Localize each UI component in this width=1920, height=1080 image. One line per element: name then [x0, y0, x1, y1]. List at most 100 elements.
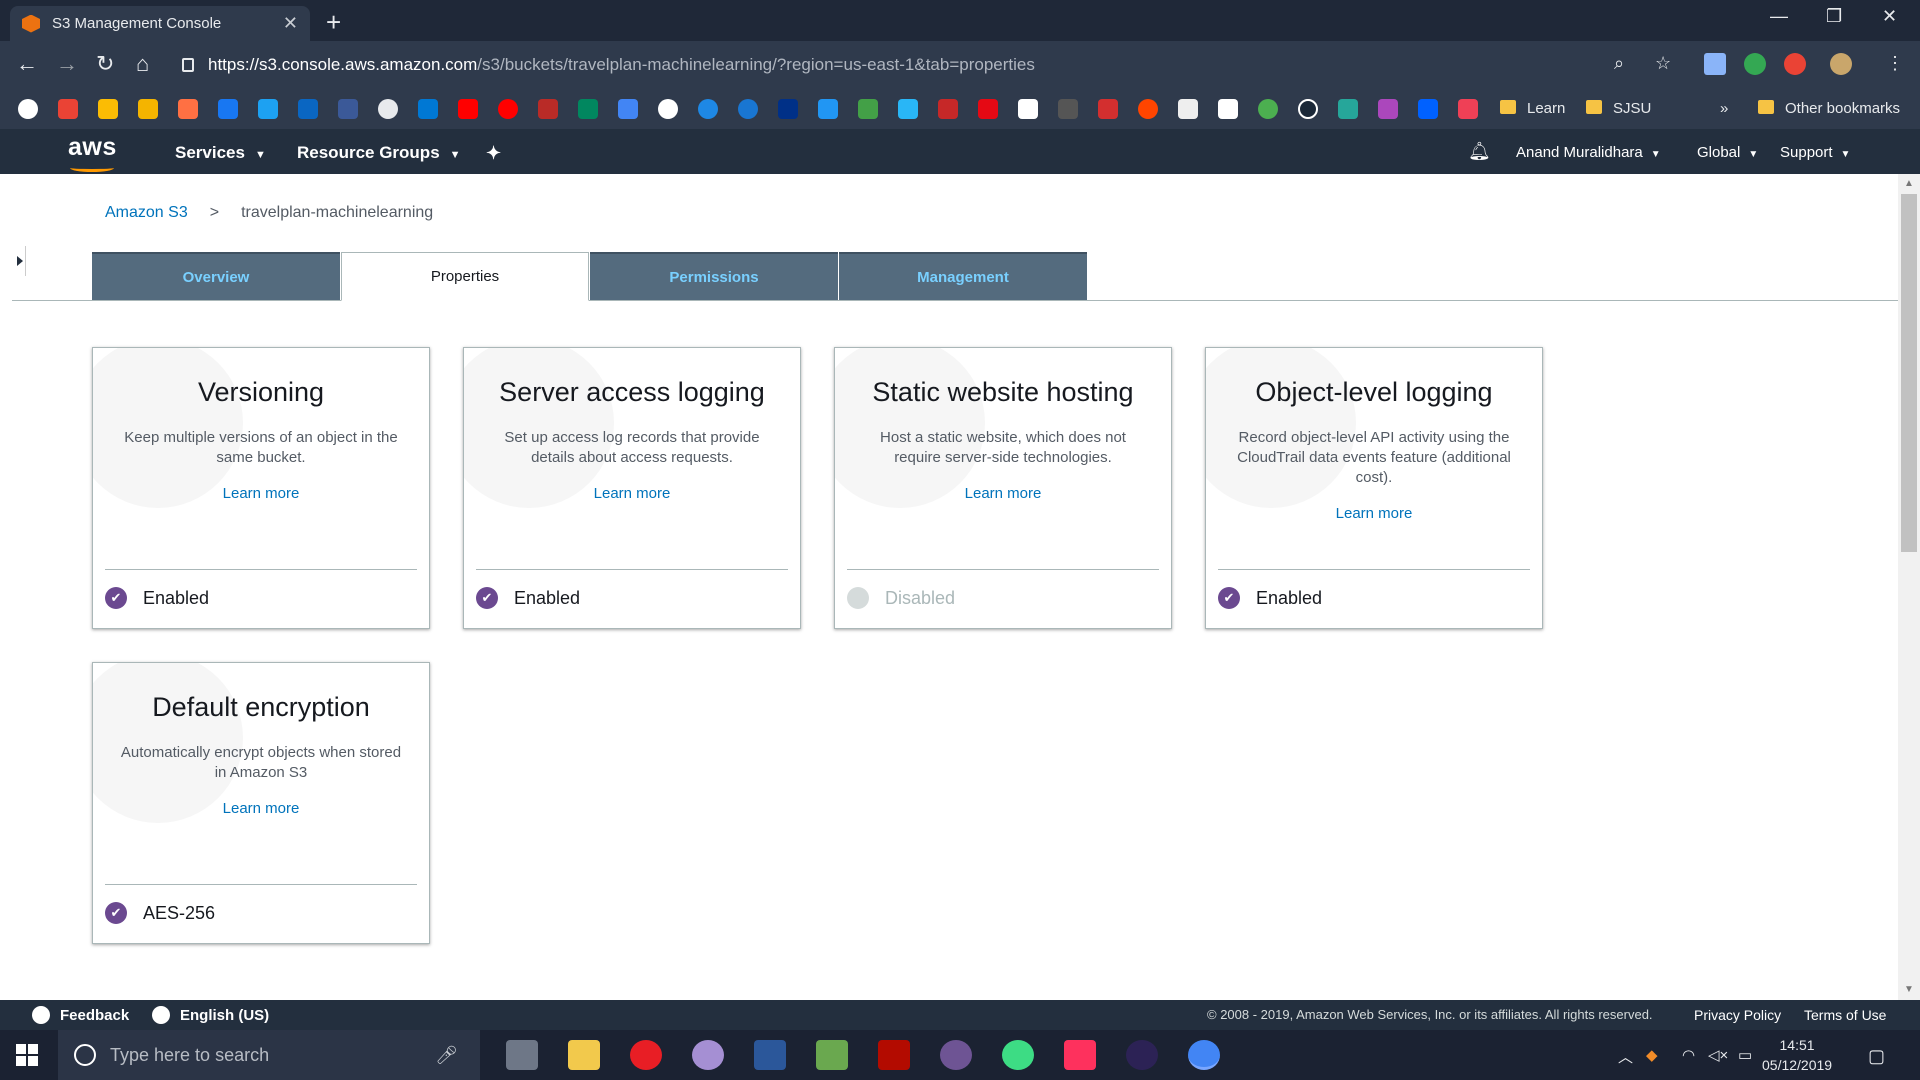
- android-studio-icon[interactable]: [1002, 1040, 1034, 1070]
- bell-icon[interactable]: 🔔︎: [1468, 141, 1491, 162]
- bookmarks-overflow-button[interactable]: »: [1720, 100, 1728, 117]
- red-extension-icon[interactable]: [1784, 53, 1806, 75]
- wifi-icon[interactable]: ◠: [1682, 1046, 1695, 1064]
- forward-icon[interactable]: →: [56, 51, 78, 77]
- notepad-plus-icon[interactable]: [816, 1040, 848, 1070]
- resource-groups-menu[interactable]: Resource Groups ▼: [297, 143, 461, 163]
- menu-icon[interactable]: ⋮: [1886, 53, 1904, 74]
- breadcrumb-amazon-s3[interactable]: Amazon S3: [105, 204, 188, 222]
- word-icon[interactable]: [754, 1040, 786, 1070]
- youtube-bookmark-icon[interactable]: [458, 99, 478, 119]
- user-menu[interactable]: Anand Muralidhara ▼: [1516, 144, 1661, 161]
- region-menu[interactable]: Global ▼: [1697, 144, 1758, 161]
- outlook-bookmark-icon[interactable]: [418, 99, 438, 119]
- pinwheel-bookmark-icon[interactable]: [178, 99, 198, 119]
- task-view-icon[interactable]: [506, 1040, 538, 1070]
- amazon-bookmark-icon[interactable]: [1218, 99, 1238, 119]
- azure-bookmark-icon[interactable]: [898, 99, 918, 119]
- pin-icon[interactable]: ✦: [486, 143, 501, 164]
- back-icon[interactable]: ←: [16, 51, 38, 77]
- google-bookmark-icon[interactable]: [18, 99, 38, 119]
- play-bookmark-icon[interactable]: [578, 99, 598, 119]
- app-tray-icon[interactable]: ◆: [1646, 1046, 1658, 1064]
- services-menu[interactable]: Services ▼: [175, 143, 266, 163]
- feedback-button[interactable]: Feedback: [32, 1006, 129, 1024]
- twitter-bookmark-icon[interactable]: [258, 99, 278, 119]
- linkedin-bookmark-icon[interactable]: [298, 99, 318, 119]
- facebook-bookmark-icon[interactable]: [218, 99, 238, 119]
- other-bookmarks[interactable]: Other bookmarks: [1785, 100, 1900, 117]
- tab-management[interactable]: Management: [839, 252, 1087, 300]
- volume-muted-icon[interactable]: ◁×: [1708, 1046, 1728, 1064]
- versioning-card[interactable]: Versioning Keep multiple versions of an …: [92, 347, 430, 629]
- gmail-bookmark-icon[interactable]: [58, 99, 78, 119]
- acrobat-icon[interactable]: [878, 1040, 910, 1070]
- keep-bookmark-icon[interactable]: [138, 99, 158, 119]
- taskbar-clock[interactable]: 14:51 05/12/2019: [1762, 1035, 1832, 1075]
- eclipse-icon[interactable]: [1126, 1040, 1158, 1070]
- drive-bookmark-icon[interactable]: [98, 99, 118, 119]
- language-selector[interactable]: English (US): [152, 1006, 269, 1024]
- store-bookmark-icon[interactable]: [818, 99, 838, 119]
- blue-circle-bookmark-icon[interactable]: [698, 99, 718, 119]
- paypal-bookmark-icon[interactable]: [778, 99, 798, 119]
- learn-more-link[interactable]: Learn more: [464, 485, 800, 502]
- dark-bookmark-icon[interactable]: [1058, 99, 1078, 119]
- bookmark-folder-learn[interactable]: Learn: [1527, 100, 1565, 117]
- spiral-app-icon[interactable]: [692, 1040, 724, 1070]
- xda-bookmark-icon[interactable]: [1178, 99, 1198, 119]
- chrome-icon[interactable]: [1188, 1040, 1220, 1070]
- globe-bookmark-icon[interactable]: [658, 99, 678, 119]
- close-window-button[interactable]: ✕: [1882, 6, 1897, 27]
- scroll-down-icon[interactable]: ▼: [1904, 984, 1914, 995]
- white-square-bookmark-icon[interactable]: [1018, 99, 1038, 119]
- aws-logo[interactable]: aws: [68, 133, 117, 172]
- reddit-bookmark-icon[interactable]: [1138, 99, 1158, 119]
- green-diamond-bookmark-icon[interactable]: [858, 99, 878, 119]
- github-desktop-icon[interactable]: [940, 1040, 972, 1070]
- object-level-logging-card[interactable]: Object-level logging Record object-level…: [1205, 347, 1543, 629]
- home-icon[interactable]: ⌂: [136, 51, 149, 77]
- tab-overview[interactable]: Overview: [92, 252, 340, 300]
- mail-extension-icon[interactable]: [1704, 53, 1726, 75]
- house-bookmark-icon[interactable]: [1338, 99, 1358, 119]
- minimize-button[interactable]: —: [1770, 6, 1788, 27]
- privacy-policy-link[interactable]: Privacy Policy: [1694, 1007, 1781, 1023]
- netflix-bookmark-icon[interactable]: [978, 99, 998, 119]
- learn-more-link[interactable]: Learn more: [93, 485, 429, 502]
- terms-of-use-link[interactable]: Terms of Use: [1804, 1007, 1886, 1023]
- tab-close-icon[interactable]: ✕: [283, 13, 298, 34]
- github-bookmark-icon[interactable]: [378, 99, 398, 119]
- support-menu[interactable]: Support ▼: [1780, 144, 1850, 161]
- static-website-hosting-card[interactable]: Static website hosting Host a static web…: [834, 347, 1172, 629]
- browser-tab[interactable]: S3 Management Console ✕: [10, 6, 310, 41]
- learn-more-link[interactable]: Learn more: [835, 485, 1171, 502]
- calendar-bookmark-icon[interactable]: [618, 99, 638, 119]
- default-encryption-card[interactable]: Default encryption Automatically encrypt…: [92, 662, 430, 944]
- tab-properties[interactable]: Properties: [341, 252, 589, 301]
- notifications-icon[interactable]: ▢: [1868, 1046, 1885, 1067]
- bookmark-folder-sjsu[interactable]: SJSU: [1613, 100, 1651, 117]
- intellij-icon[interactable]: [1064, 1040, 1096, 1070]
- scroll-up-icon[interactable]: ▲: [1904, 178, 1914, 189]
- info-bookmark-icon[interactable]: [338, 99, 358, 119]
- learn-more-link[interactable]: Learn more: [1206, 505, 1542, 522]
- zoom-search-icon[interactable]: ⌕: [1614, 53, 1624, 74]
- red-square-bookmark-icon[interactable]: [938, 99, 958, 119]
- file-explorer-icon[interactable]: [568, 1040, 600, 1070]
- triangle-bookmark-icon[interactable]: [1378, 99, 1398, 119]
- server-access-logging-card[interactable]: Server access logging Set up access log …: [463, 347, 801, 629]
- windows-start-icon[interactable]: [16, 1044, 38, 1066]
- battery-icon[interactable]: ▭: [1738, 1046, 1752, 1064]
- green-extension-icon[interactable]: [1744, 53, 1766, 75]
- pocket-bookmark-icon[interactable]: [1458, 99, 1478, 119]
- opera-icon[interactable]: [630, 1040, 662, 1070]
- microphone-icon[interactable]: 🎤︎: [435, 1045, 458, 1066]
- youtube-music-bookmark-icon[interactable]: [498, 99, 518, 119]
- dropbox-bookmark-icon[interactable]: [1418, 99, 1438, 119]
- tray-overflow-icon[interactable]: ︿: [1618, 1046, 1633, 1067]
- page-scrollbar[interactable]: ▲ ▼: [1898, 174, 1920, 1000]
- taskbar-search-box[interactable]: Type here to search 🎤︎: [58, 1030, 480, 1080]
- learn-more-link[interactable]: Learn more: [93, 800, 429, 817]
- quora-bookmark-icon[interactable]: [538, 99, 558, 119]
